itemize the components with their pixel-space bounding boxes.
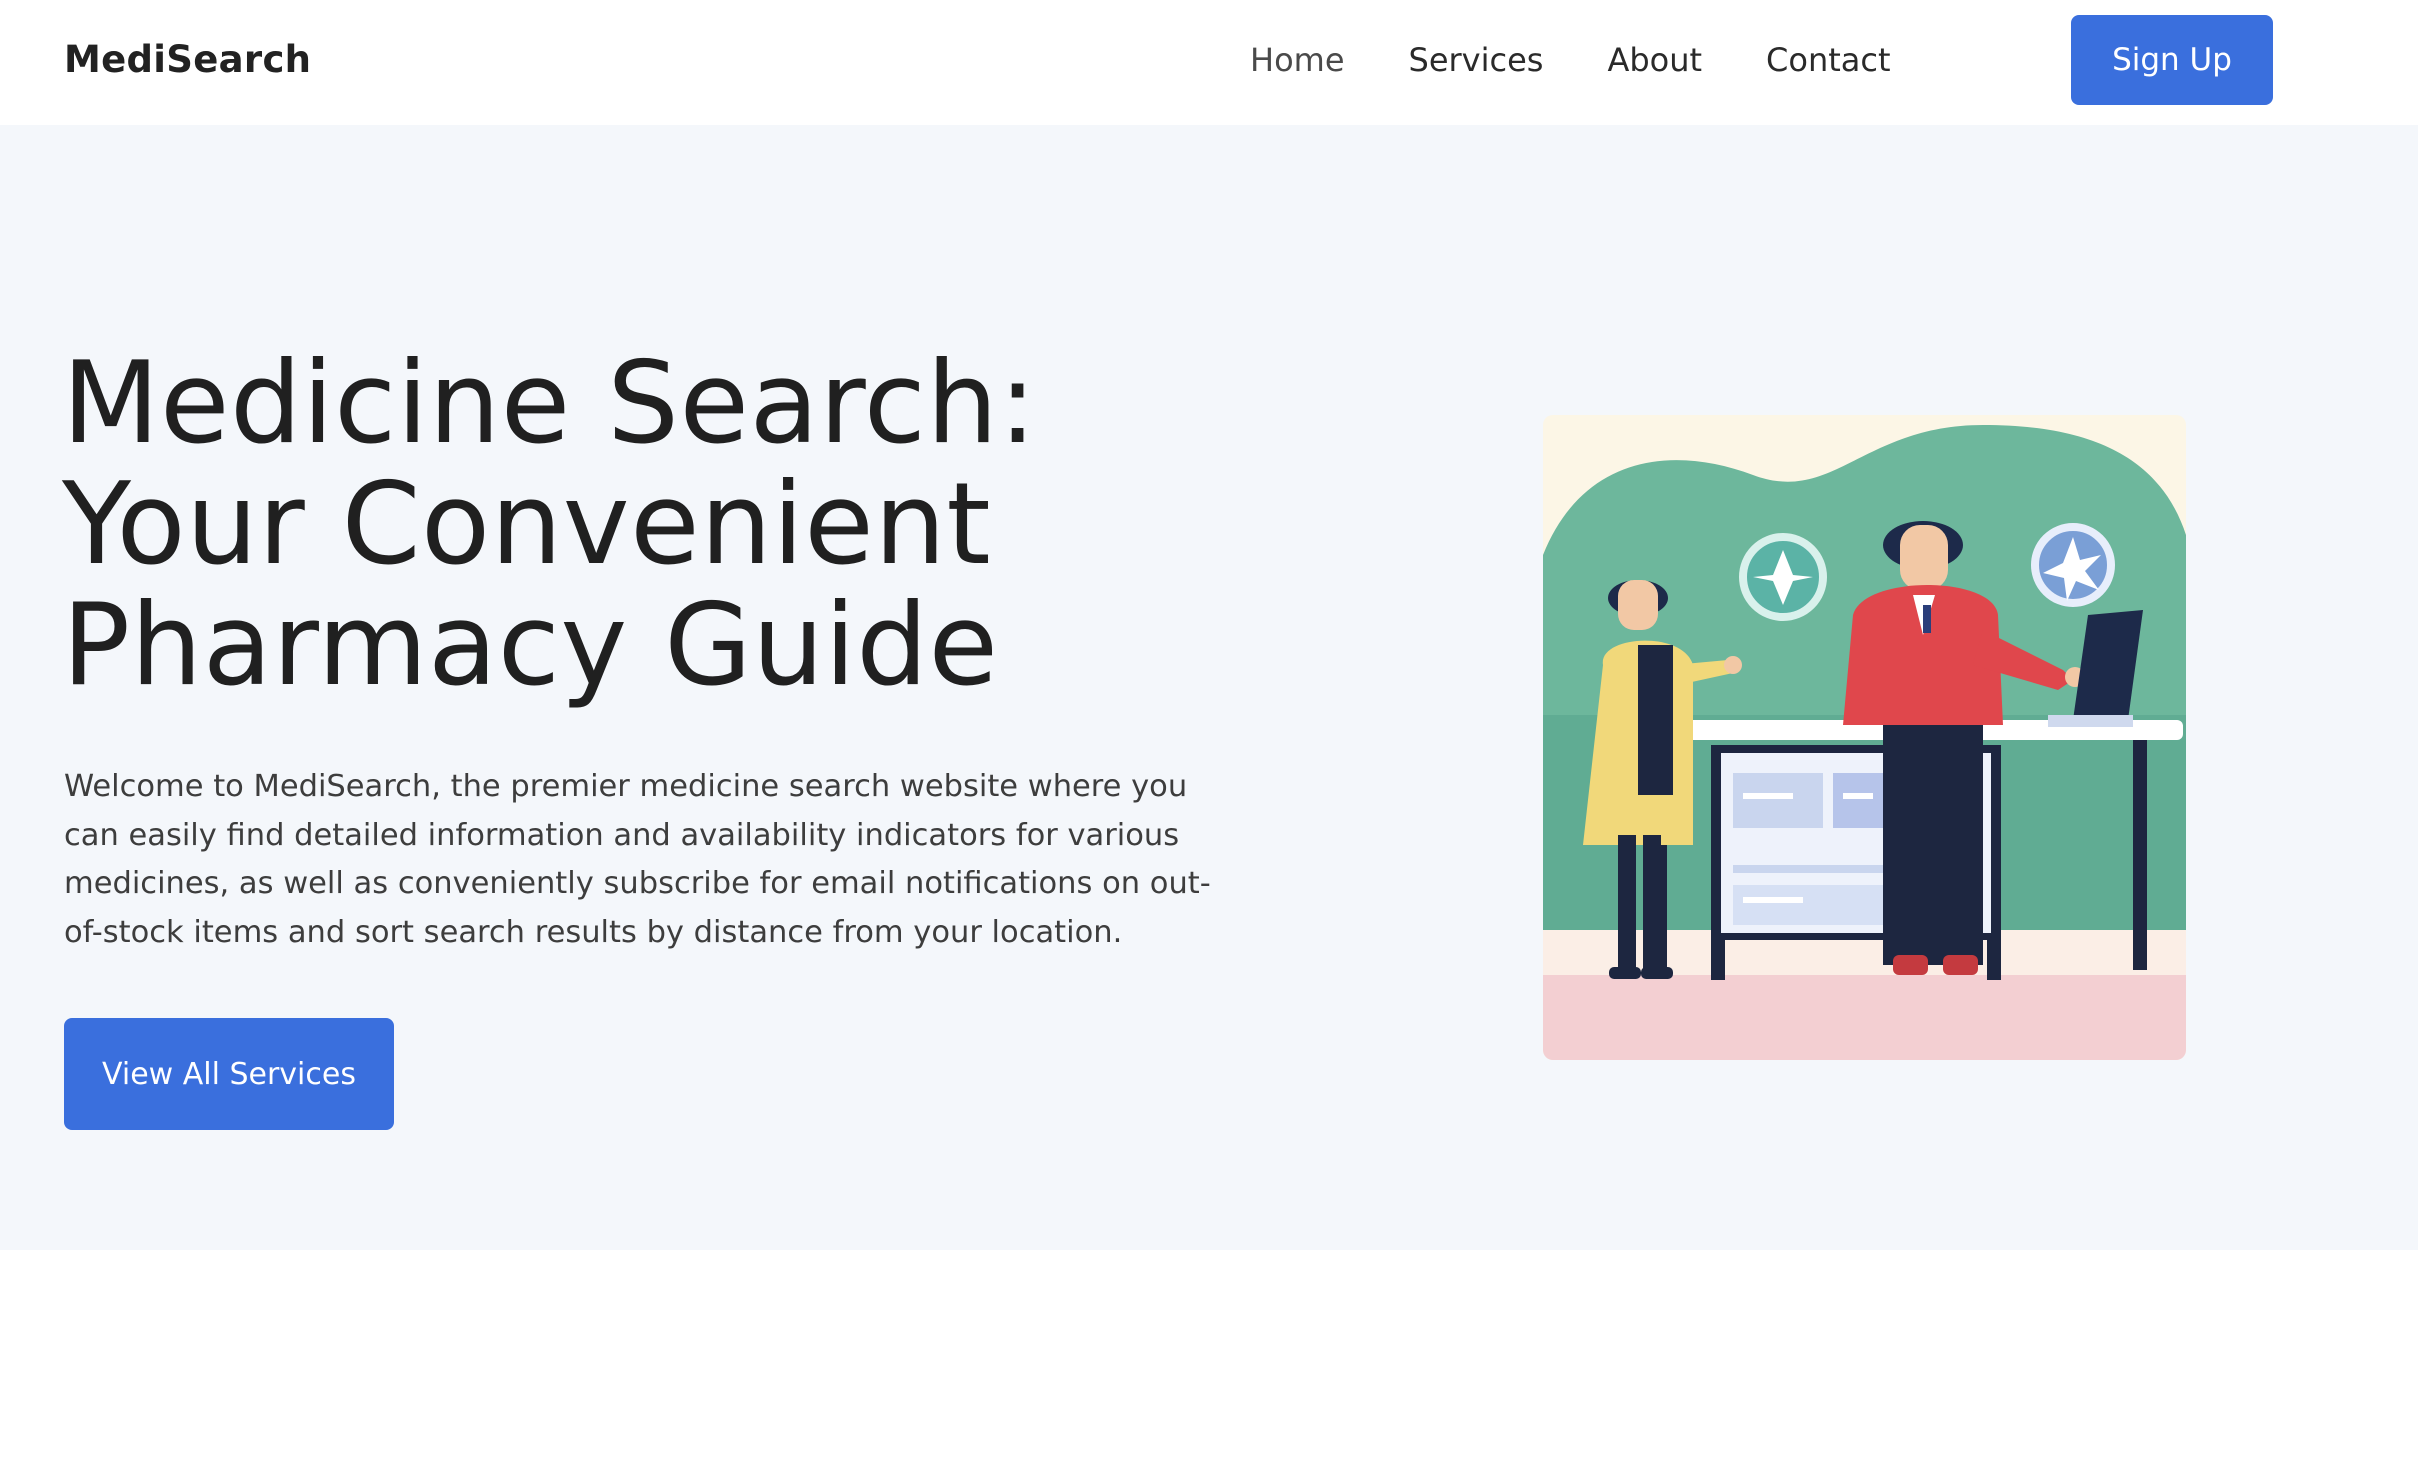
nav-link-home[interactable]: Home (1250, 41, 1345, 79)
brand-logo[interactable]: MediSearch (64, 0, 311, 120)
nav-link-about[interactable]: About (1607, 41, 1702, 79)
hero-title-line-2: Your Convenient (62, 458, 992, 590)
hero-section: Medicine Search: Your Convenient Pharmac… (0, 125, 2418, 1250)
main-nav: Home Services About Contact (1250, 0, 1955, 120)
nav-link-contact[interactable]: Contact (1766, 41, 1891, 79)
pharmacy-illustration (1543, 415, 2186, 1060)
hero-title: Medicine Search: Your Convenient Pharmac… (62, 343, 1362, 706)
hero-title-line-1: Medicine Search: (62, 337, 1038, 469)
star-badge-icon (2031, 523, 2115, 607)
top-navbar: MediSearch Home Services About Contact S… (0, 0, 2418, 125)
view-all-services-button[interactable]: View All Services (64, 1018, 394, 1130)
compass-badge-icon (1739, 533, 1827, 621)
sign-up-button[interactable]: Sign Up (2071, 15, 2273, 105)
hero-title-line-3: Pharmacy Guide (62, 579, 999, 711)
hero-description: Welcome to MediSearch, the premier medic… (64, 769, 1211, 950)
nav-link-services[interactable]: Services (1409, 41, 1544, 79)
